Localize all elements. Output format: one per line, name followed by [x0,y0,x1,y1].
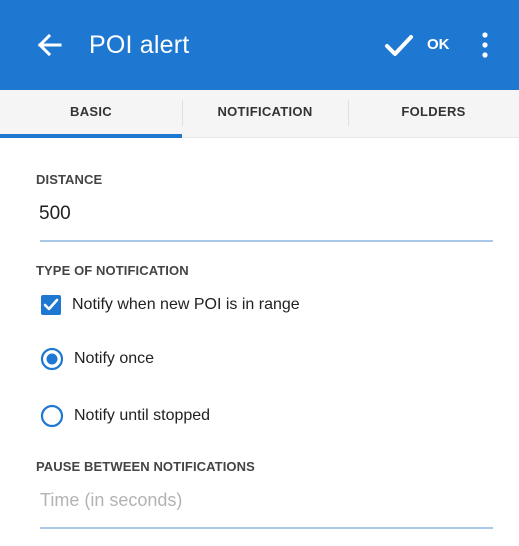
tab-basic[interactable]: BASIC [0,90,182,137]
pause-seconds-input[interactable]: Time (in seconds) [40,490,182,511]
arrow-left-icon[interactable] [36,31,64,59]
notify-until-stopped-radio[interactable]: Notify until stopped [40,403,210,429]
notify-once-label: Notify once [74,350,155,367]
distance-label: DISTANCE [36,172,103,187]
checkbox-checked-icon[interactable] [40,294,62,316]
radio-selected-icon[interactable] [40,347,64,371]
notify-in-range-checkbox[interactable]: Notify when new POI is in range [40,292,300,318]
more-vertical-icon[interactable] [480,30,490,60]
radio-unselected-icon[interactable] [40,404,64,428]
distance-input[interactable]: 500 [39,203,71,225]
page-title: POI alert [89,31,190,59]
type-of-notification-label: TYPE OF NOTIFICATION [36,263,189,278]
tab-bar: BASIC NOTIFICATION FOLDERS [0,90,519,138]
active-tab-indicator [0,134,182,138]
app-bar: POI alert OK [0,0,519,90]
notify-once-radio[interactable]: Notify once [40,346,154,372]
poi-alert-screen: POI alert OK BASIC NOTIFICATION FOLDERS … [0,0,519,546]
ok-button[interactable]: OK [427,34,450,56]
pause-input-underline [40,527,493,529]
tab-folders[interactable]: FOLDERS [348,90,519,137]
check-icon[interactable] [384,33,414,59]
notify-in-range-label: Notify when new POI is in range [72,296,300,313]
distance-input-underline [40,240,493,242]
pause-between-notifications-label: PAUSE BETWEEN NOTIFICATIONS [36,459,255,474]
tab-notification[interactable]: NOTIFICATION [182,90,348,137]
notify-until-stopped-label: Notify until stopped [74,407,211,424]
